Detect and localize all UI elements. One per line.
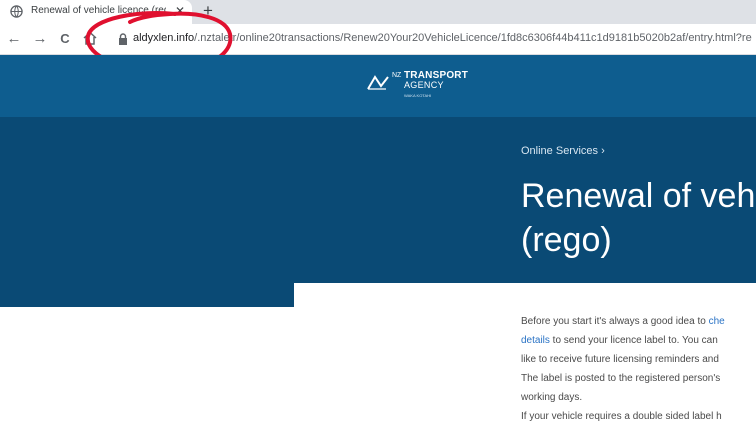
check-details-link[interactable]: che xyxy=(709,316,725,327)
intro-text: Before you start it's always a good idea… xyxy=(521,312,756,426)
home-icon[interactable] xyxy=(82,30,98,46)
intro-text-1a: Before you start it's always a good idea… xyxy=(521,316,709,327)
nzta-logo[interactable]: NZ TRANSPORT AGENCY WAKA KOTAHI xyxy=(366,70,490,106)
url-path: /.nztaletr/online20transactions/Renew20Y… xyxy=(194,32,752,44)
lock-icon xyxy=(119,33,127,45)
intro-line-5: working days. xyxy=(521,392,583,403)
forward-button[interactable]: → xyxy=(30,29,50,49)
intro-line-6: If your vehicle requires a double sided … xyxy=(521,411,722,422)
intro-line-2: details to send your licence label to. Y… xyxy=(521,331,756,350)
browser-toolbar: ← → C aldyxlen.info/.nztaletr/online20tr… xyxy=(0,24,756,55)
logo-maori: WAKA KOTAHI xyxy=(404,93,432,98)
intro-line-1: Before you start it's always a good idea… xyxy=(521,312,756,331)
page-title-line-1: Renewal of vehi xyxy=(521,177,756,215)
tab-title: Renewal of vehicle licence (rego) xyxy=(31,5,166,16)
back-button[interactable]: ← xyxy=(4,29,24,49)
intro-line-3: like to receive future licensing reminde… xyxy=(521,354,719,365)
browser-tab[interactable]: Renewal of vehicle licence (rego) ✕ xyxy=(0,0,192,24)
globe-icon xyxy=(10,5,23,18)
page-title-line-2: (rego) xyxy=(521,221,612,259)
details-link[interactable]: details xyxy=(521,335,550,346)
close-tab-icon[interactable]: ✕ xyxy=(175,4,185,18)
breadcrumb[interactable]: Online Services › xyxy=(521,145,605,157)
browser-tabstrip: Renewal of vehicle licence (rego) ✕ + xyxy=(0,0,756,24)
intro-line-4: The label is posted to the registered pe… xyxy=(521,373,721,384)
reload-button[interactable]: C xyxy=(55,29,75,49)
url-host: aldyxlen.info xyxy=(133,32,195,44)
page-title: Renewal of vehi (rego) xyxy=(521,174,756,262)
new-tab-button[interactable]: + xyxy=(203,2,213,20)
nzta-logo-mark-icon xyxy=(367,75,389,90)
address-bar[interactable]: aldyxlen.info/.nztaletr/online20transact… xyxy=(133,32,752,44)
logo-agency: AGENCY xyxy=(404,80,444,90)
intro-text-2b: to send your licence label to. You can xyxy=(549,335,718,346)
logo-nz: NZ xyxy=(392,72,402,79)
